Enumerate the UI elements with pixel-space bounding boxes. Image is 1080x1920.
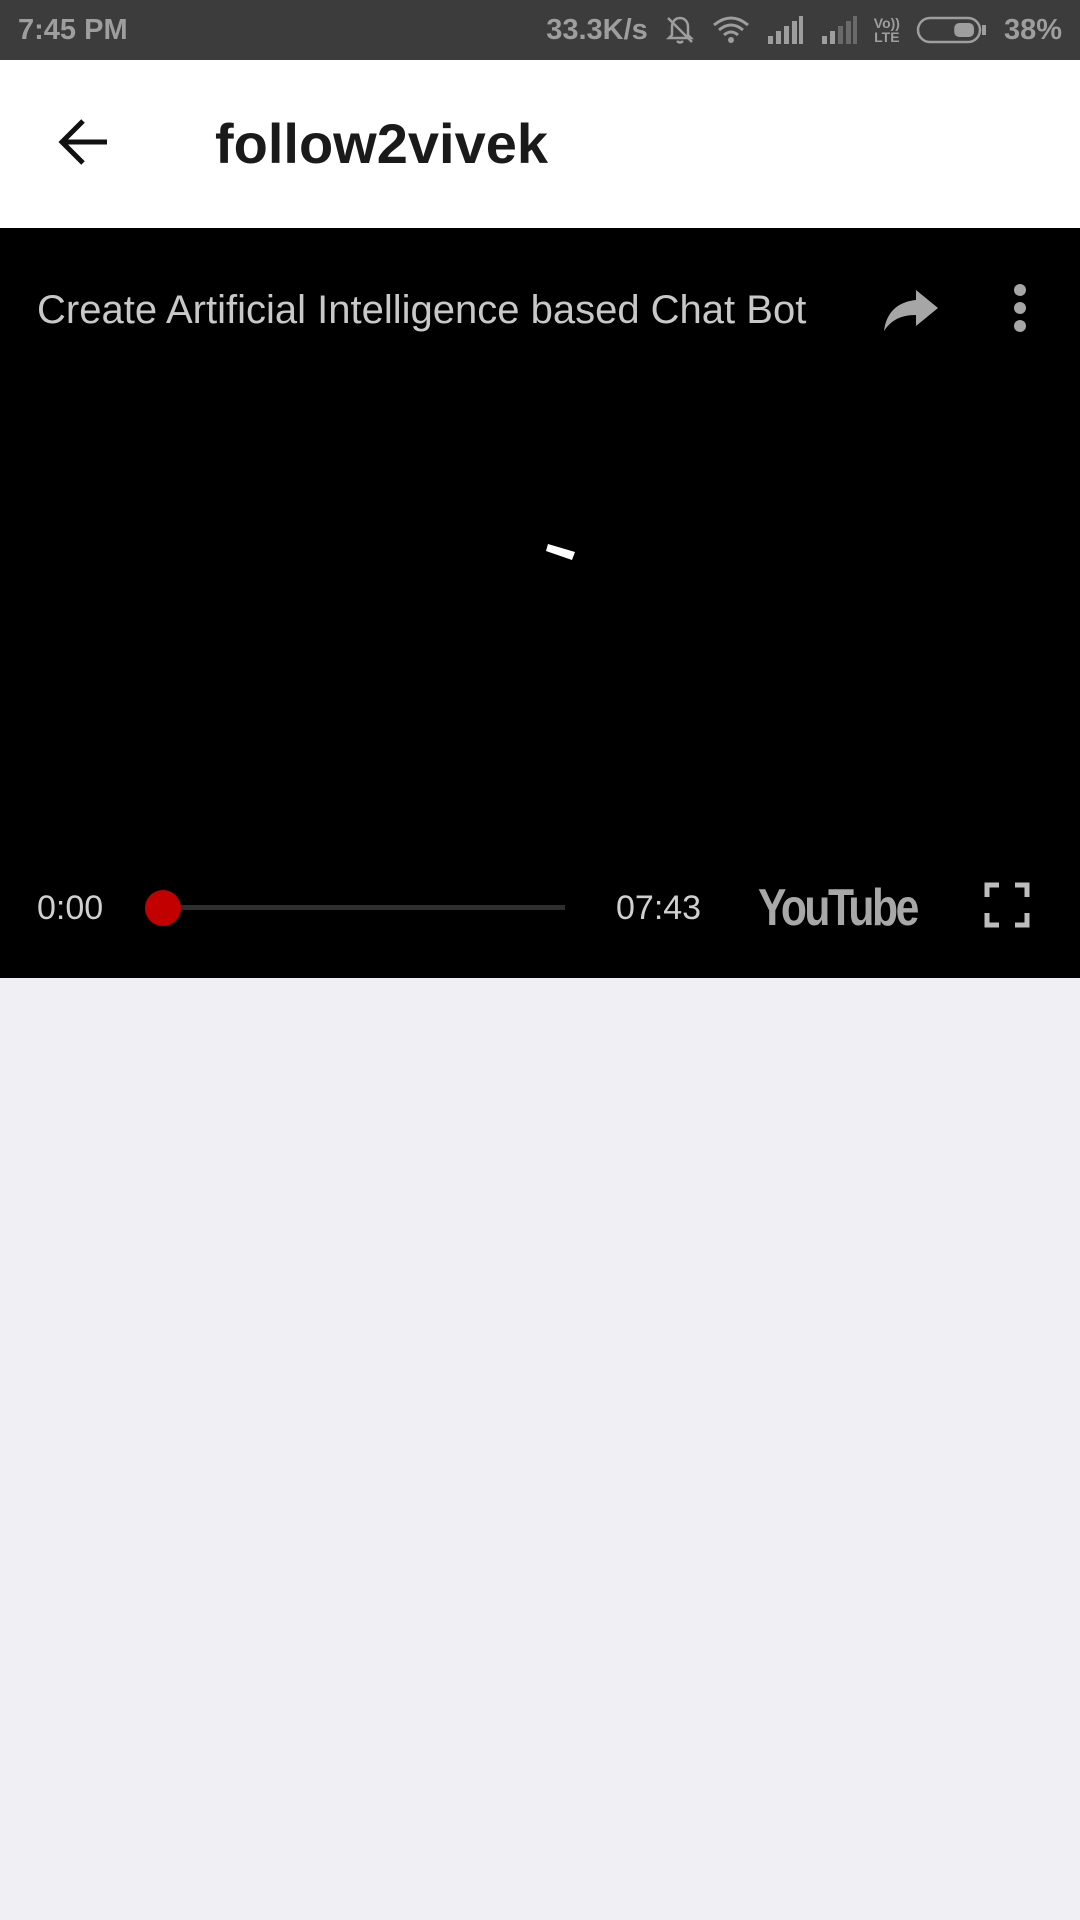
more-vert-icon	[1000, 284, 1040, 344]
seek-bar[interactable]	[145, 890, 565, 926]
loading-spinner-icon	[545, 540, 579, 562]
volte-top: Vo))	[873, 15, 900, 31]
signal-icon	[766, 16, 804, 44]
seek-thumb[interactable]	[145, 890, 181, 926]
fullscreen-button[interactable]	[984, 882, 1030, 928]
app-bar: follow2vivek	[0, 60, 1080, 228]
wifi-icon	[712, 15, 750, 45]
battery-percent: 38%	[1003, 13, 1062, 46]
seek-track	[163, 905, 565, 910]
battery-icon	[916, 15, 988, 45]
status-bar: 7:45 PM 33.3K/s Vo)) LTE 38%	[0, 0, 1080, 60]
youtube-logo[interactable]: YouTube	[758, 878, 919, 938]
bell-muted-icon	[664, 14, 696, 46]
content-area	[0, 978, 1080, 1920]
duration: 07:43	[616, 889, 702, 927]
page-title: follow2vivek	[215, 112, 549, 175]
back-button[interactable]	[50, 114, 116, 174]
status-indicators: 33.3K/s Vo)) LTE 38%	[546, 14, 1062, 47]
arrow-left-icon	[57, 118, 109, 171]
volte-bottom: LTE	[874, 29, 900, 45]
video-title[interactable]: Create Artificial Intelligence based Cha…	[37, 286, 837, 334]
video-player[interactable]: Create Artificial Intelligence based Cha…	[0, 228, 1080, 978]
status-time: 7:45 PM	[18, 13, 128, 46]
network-speed: 33.3K/s	[546, 13, 648, 46]
current-time: 0:00	[37, 889, 104, 927]
volte-icon: Vo)) LTE	[874, 16, 900, 44]
signal-weak-icon	[820, 16, 858, 44]
share-button[interactable]	[880, 278, 942, 340]
more-options-button[interactable]	[1000, 278, 1040, 340]
share-icon	[880, 290, 942, 344]
fullscreen-icon	[984, 882, 1030, 932]
